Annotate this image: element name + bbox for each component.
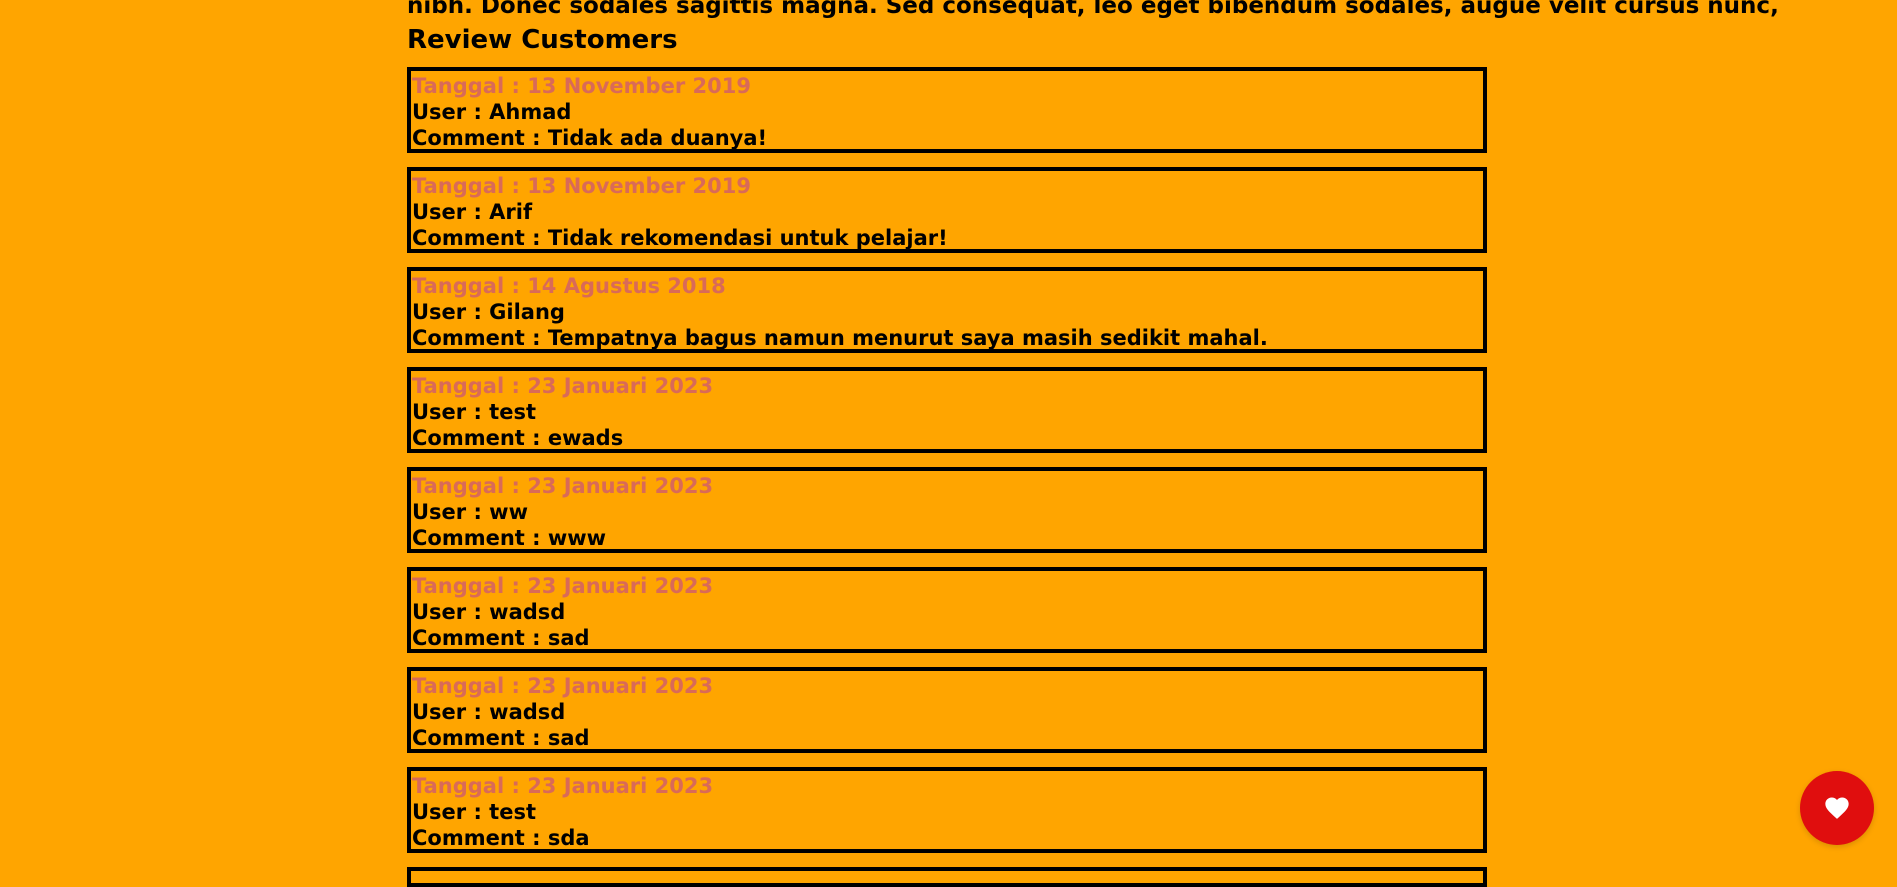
- favorite-button[interactable]: [1800, 771, 1874, 845]
- review-comment: Comment : www: [412, 526, 607, 550]
- review-user: User : wadsd: [412, 700, 566, 724]
- review-comment: Comment : sda: [412, 826, 590, 850]
- review-user: User : Arif: [412, 200, 533, 224]
- main-content: nibh. Donec sodales sagittis magna. Sed …: [407, 0, 1779, 887]
- heart-icon: [1825, 797, 1849, 819]
- review-comment: Comment : sad: [412, 726, 590, 750]
- review-date: Tanggal : 23 Januari 2023: [412, 374, 714, 398]
- review-user: User : test: [412, 800, 536, 824]
- intro-paragraph: nibh. Donec sodales sagittis magna. Sed …: [407, 0, 1779, 19]
- review-comment: Comment : Tempatnya bagus namun menurut …: [412, 326, 1268, 350]
- review-card-partial: [407, 867, 1487, 887]
- review-date: Tanggal : 23 Januari 2023: [412, 474, 714, 498]
- review-user: User : ww: [412, 500, 528, 524]
- review-comment: Comment : Tidak rekomendasi untuk pelaja…: [412, 226, 948, 250]
- review-date: Tanggal : 23 Januari 2023: [412, 774, 714, 798]
- review-date: Tanggal : 23 Januari 2023: [412, 574, 714, 598]
- review-comment: Comment : Tidak ada duanya!: [412, 126, 768, 150]
- review-date: Tanggal : 13 November 2019: [412, 174, 751, 198]
- review-user: User : test: [412, 400, 536, 424]
- review-date: Tanggal : 13 November 2019: [412, 74, 751, 98]
- review-card: Tanggal : 23 Januari 2023 User : test Co…: [407, 767, 1487, 853]
- review-date: Tanggal : 23 Januari 2023: [412, 674, 714, 698]
- review-card: Tanggal : 23 Januari 2023 User : ww Comm…: [407, 467, 1487, 553]
- review-user: User : Gilang: [412, 300, 565, 324]
- review-card: Tanggal : 23 Januari 2023 User : test Co…: [407, 367, 1487, 453]
- review-card: Tanggal : 23 Januari 2023 User : wadsd C…: [407, 567, 1487, 653]
- review-card: Tanggal : 13 November 2019 User : Ahmad …: [407, 67, 1487, 153]
- review-card: Tanggal : 23 Januari 2023 User : wadsd C…: [407, 667, 1487, 753]
- review-date: Tanggal : 14 Agustus 2018: [412, 274, 726, 298]
- review-card: Tanggal : 14 Agustus 2018 User : Gilang …: [407, 267, 1487, 353]
- reviews-title: Review Customers: [407, 25, 678, 55]
- review-user: User : Ahmad: [412, 100, 572, 124]
- review-comment: Comment : ewads: [412, 426, 624, 450]
- review-list: Tanggal : 13 November 2019 User : Ahmad …: [407, 67, 1487, 887]
- review-card: Tanggal : 13 November 2019 User : Arif C…: [407, 167, 1487, 253]
- review-user: User : wadsd: [412, 600, 566, 624]
- review-comment: Comment : sad: [412, 626, 590, 650]
